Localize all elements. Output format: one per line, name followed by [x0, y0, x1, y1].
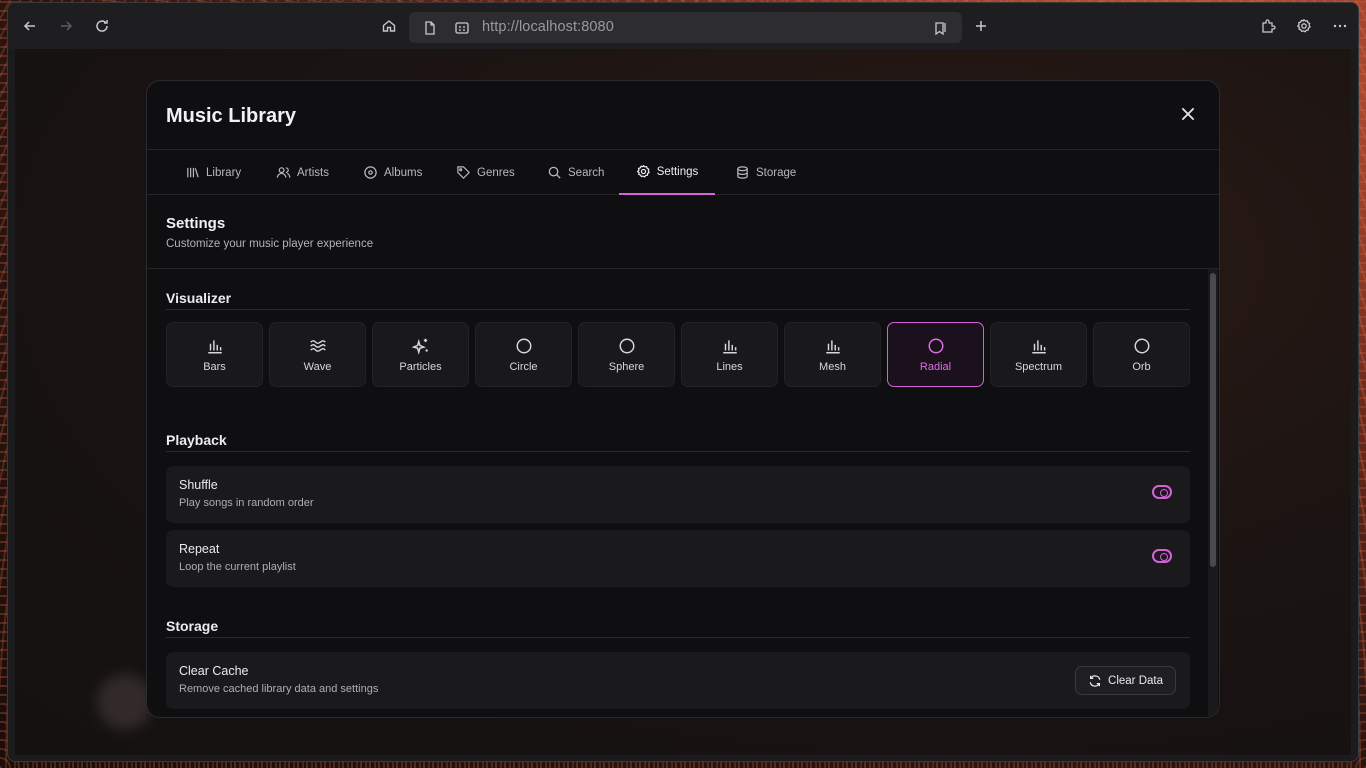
- disc-icon: [364, 166, 377, 179]
- tab-bar: Library Artists Albums Genres Search Set…: [147, 149, 1219, 195]
- circle-icon: [1134, 338, 1149, 353]
- tab-artists[interactable]: Artists: [266, 150, 339, 195]
- visualizer-option-label: Radial: [919, 360, 952, 373]
- url-text: http://localhost:8080: [482, 19, 614, 35]
- visualizer-option-particles[interactable]: Particles: [372, 322, 469, 387]
- tab-label: Albums: [384, 166, 423, 179]
- clear-cache-row: Clear Cache Remove cached library data a…: [166, 652, 1190, 709]
- tab-label: Library: [206, 166, 242, 179]
- bar-chart-icon: [207, 339, 222, 353]
- clear-data-label: Clear Data: [1108, 674, 1163, 687]
- circle-icon: [928, 338, 943, 353]
- tab-settings[interactable]: Settings: [619, 150, 715, 195]
- settings-gear-icon[interactable]: [1292, 14, 1316, 38]
- music-library-modal: Music Library Library Artists Albums Gen…: [146, 80, 1220, 718]
- divider: [166, 451, 1190, 452]
- settings-title: Settings: [166, 215, 226, 232]
- close-icon[interactable]: [1177, 103, 1199, 125]
- library-icon: [187, 167, 199, 178]
- extensions-icon[interactable]: [1256, 14, 1280, 38]
- bar-chart-icon: [1031, 339, 1046, 353]
- repeat-label: Repeat: [179, 542, 220, 556]
- settings-header: Settings Customize your music player exp…: [166, 215, 373, 250]
- scrollbar-thumb[interactable]: [1210, 273, 1216, 567]
- shuffle-description: Play songs in random order: [179, 497, 314, 509]
- home-icon[interactable]: [377, 14, 401, 38]
- bar-chart-icon: [722, 339, 737, 353]
- visualizer-option-mesh[interactable]: Mesh: [784, 322, 881, 387]
- users-icon: [276, 167, 291, 178]
- visualizer-option-orb[interactable]: Orb: [1093, 322, 1190, 387]
- visualizer-option-label: Bars: [203, 360, 226, 373]
- more-menu-icon[interactable]: [1328, 14, 1352, 38]
- circle-icon: [619, 338, 634, 353]
- visualizer-option-label: Wave: [303, 360, 332, 373]
- repeat-toggle[interactable]: [1152, 549, 1172, 563]
- tab-label: Genres: [477, 166, 515, 179]
- page-icon: [425, 21, 435, 35]
- tab-label: Search: [568, 166, 605, 179]
- gear-icon: [636, 164, 650, 178]
- visualizer-option-radial[interactable]: Radial: [887, 322, 984, 387]
- visualizer-option-wave[interactable]: Wave: [269, 322, 366, 387]
- tab-storage[interactable]: Storage: [725, 150, 806, 195]
- reading-list-icon[interactable]: [933, 20, 949, 36]
- visualizer-option-label: Circle: [509, 360, 538, 373]
- visualizer-option-spectrum[interactable]: Spectrum: [990, 322, 1087, 387]
- divider: [166, 309, 1190, 310]
- visualizer-option-label: Lines: [716, 360, 743, 373]
- storage-section-title: Storage: [166, 618, 219, 634]
- repeat-setting-row: Repeat Loop the current playlist: [166, 530, 1190, 587]
- settings-subtitle: Customize your music player experience: [166, 238, 374, 250]
- modal-title: Music Library: [166, 105, 297, 127]
- site-info-icon[interactable]: [454, 20, 470, 36]
- circle-icon: [516, 338, 531, 353]
- clear-data-button[interactable]: Clear Data: [1075, 666, 1176, 695]
- background-avatar: [97, 674, 153, 730]
- visualizer-option-sphere[interactable]: Sphere: [578, 322, 675, 387]
- visualizer-section-title: Visualizer: [166, 290, 232, 306]
- playback-section-title: Playback: [166, 432, 227, 448]
- visualizer-option-circle[interactable]: Circle: [475, 322, 572, 387]
- bar-chart-icon: [825, 339, 840, 353]
- forward-icon[interactable]: [54, 14, 78, 38]
- browser-toolbar: http://localhost:8080: [8, 3, 1358, 49]
- address-bar[interactable]: http://localhost:8080: [409, 12, 962, 43]
- search-icon: [548, 166, 561, 179]
- visualizer-option-label: Mesh: [819, 360, 846, 373]
- refresh-icon: [1089, 674, 1101, 687]
- tab-label: Artists: [297, 166, 329, 179]
- visualizer-option-label: Sphere: [608, 360, 645, 373]
- repeat-description: Loop the current playlist: [179, 561, 296, 573]
- visualizer-option-label: Orb: [1132, 360, 1151, 373]
- tab-label: Storage: [756, 166, 797, 179]
- waves-icon: [309, 339, 326, 352]
- tab-genres[interactable]: Genres: [446, 150, 525, 195]
- visualizer-option-bars[interactable]: Bars: [166, 322, 263, 387]
- database-icon: [737, 166, 748, 179]
- divider: [166, 637, 1190, 638]
- back-icon[interactable]: [18, 14, 42, 38]
- tab-search[interactable]: Search: [537, 150, 614, 195]
- clear-cache-description: Remove cached library data and settings: [179, 683, 379, 695]
- visualizer-option-label: Particles: [399, 360, 442, 373]
- visualizer-option-lines[interactable]: Lines: [681, 322, 778, 387]
- shuffle-label: Shuffle: [179, 478, 218, 492]
- reload-icon[interactable]: [90, 14, 114, 38]
- tag-icon: [457, 166, 470, 179]
- settings-scroll-area[interactable]: Visualizer Bars Wave Particles Circle Sp…: [147, 269, 1219, 717]
- clear-cache-label: Clear Cache: [179, 664, 249, 678]
- visualizer-option-label: Spectrum: [1014, 360, 1063, 373]
- tab-library[interactable]: Library: [175, 150, 251, 195]
- shuffle-toggle[interactable]: [1152, 485, 1172, 499]
- new-tab-icon[interactable]: [969, 14, 993, 38]
- sparkles-icon: [411, 338, 428, 355]
- tab-label: Settings: [656, 165, 699, 178]
- tab-albums[interactable]: Albums: [353, 150, 432, 195]
- shuffle-setting-row: Shuffle Play songs in random order: [166, 466, 1190, 523]
